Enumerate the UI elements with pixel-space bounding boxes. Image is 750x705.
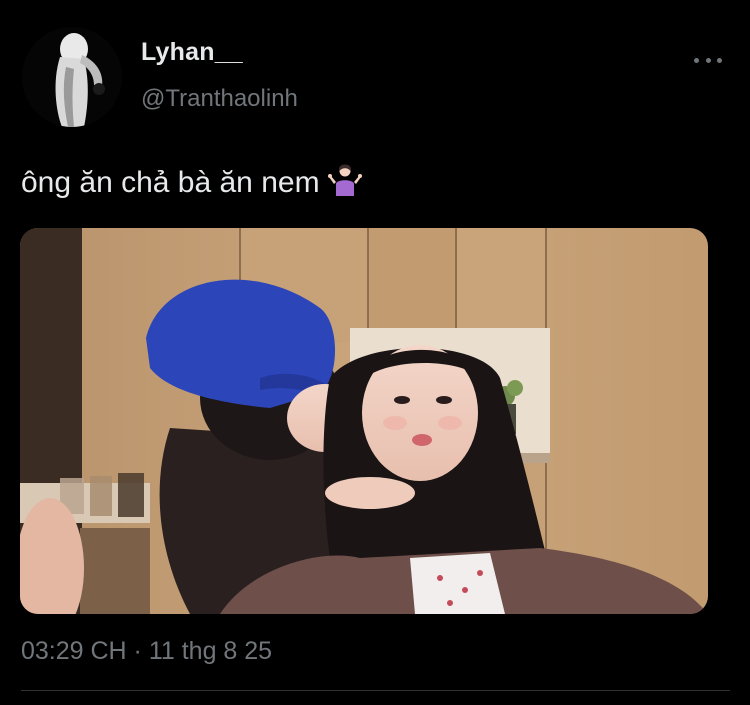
tweet-photo[interactable]	[20, 228, 708, 614]
author-display-name[interactable]: Lyhan__	[141, 38, 243, 67]
person-shrugging-emoji	[327, 162, 362, 204]
tweet-timestamp[interactable]: 03:29 CH · 11 thg 8 25	[21, 637, 272, 666]
profile-avatar[interactable]	[22, 27, 122, 127]
tweet-text-content: ông ăn chả bà ăn nem	[21, 166, 320, 199]
author-handle[interactable]: @Tranthaolinh	[141, 85, 298, 113]
more-dot	[705, 57, 711, 63]
divider	[21, 690, 730, 691]
tweet-text: ông ăn chả bà ăn nem	[21, 162, 362, 204]
more-dot	[717, 57, 722, 63]
more-dot	[694, 57, 699, 63]
tweet-detail: Lyhan__ @Tranthaolinh ông ăn chả bà ăn n…	[0, 0, 750, 705]
more-options-icon[interactable]	[694, 50, 722, 70]
